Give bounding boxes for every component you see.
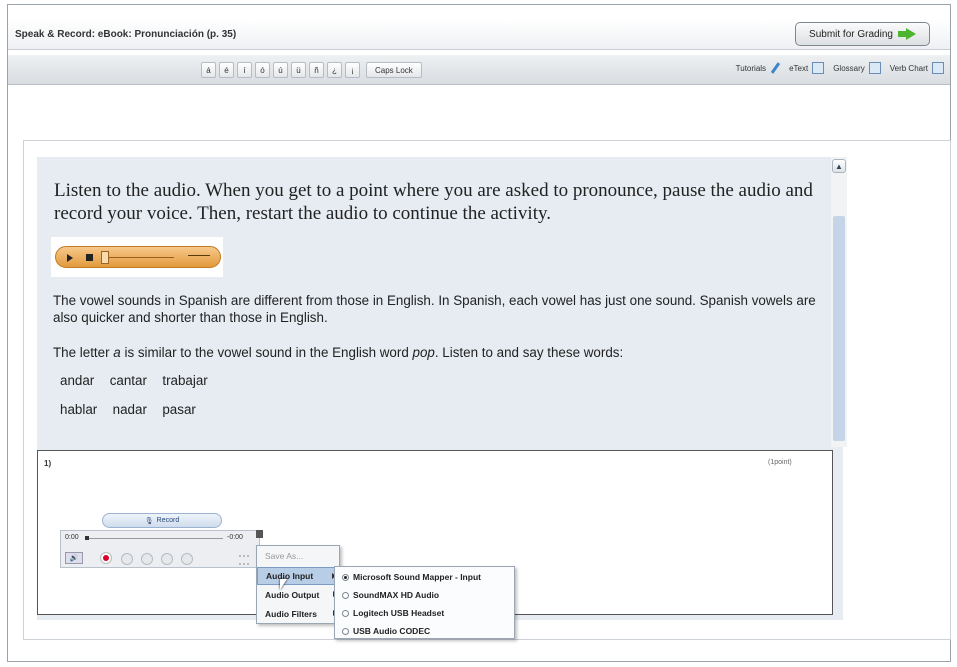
audio-input-option[interactable]: Microsoft Sound Mapper - Input [335, 568, 516, 586]
audio-player-bar [55, 246, 221, 268]
instructions: Listen to the audio. When you get to a p… [54, 180, 813, 224]
play-control[interactable] [141, 553, 153, 565]
progress-track [109, 257, 174, 258]
word-list-row-1: andar cantar trabajar [60, 373, 208, 388]
radio-icon [342, 591, 349, 599]
save-as-label: Save As... [265, 551, 304, 561]
record-button[interactable]: 🎙 Record [102, 513, 222, 528]
explanation-paragraph: The vowel sounds in Spanish are differen… [53, 293, 816, 325]
progress-handle[interactable] [101, 251, 109, 264]
glossary-link[interactable]: Glossary [833, 62, 881, 74]
recorder-controls: 0:00 -0:00 🔊 [60, 530, 260, 568]
menu-item-save-as[interactable]: Save As... [257, 547, 341, 565]
menu-item-audio-filters[interactable]: Audio Filters [257, 605, 341, 623]
stop-icon[interactable] [86, 254, 93, 261]
voice-recorder: 🎙 Record 0:00 -0:00 🔊 [60, 513, 265, 573]
char-button-i-acute[interactable]: í [237, 62, 252, 78]
letter-a-paragraph: The letter a is similar to the vowel sou… [53, 345, 823, 360]
radio-selected-icon [342, 573, 349, 581]
menu-item-audio-input[interactable]: Audio Input [257, 567, 341, 585]
para2-word: pop [412, 345, 435, 360]
toolbar: á é í ó ú ü ñ ¿ ¡ Caps Lock Tutorials eT… [8, 55, 950, 85]
book-icon [812, 62, 825, 74]
menu-item-audio-output[interactable]: Audio Output [257, 586, 341, 604]
etext-link[interactable]: eText [789, 62, 825, 74]
option-label: Logitech USB Headset [353, 608, 445, 618]
accent-char-buttons: á é í ó ú ü ñ ¿ ¡ Caps Lock [201, 62, 422, 78]
title-bar: Speak & Record: eBook: Pronunciación (p.… [8, 20, 950, 50]
time-remaining: -0:00 [227, 534, 243, 541]
pencil-icon [770, 62, 780, 74]
option-label: SoundMAX HD Audio [353, 590, 440, 600]
para2-text-c: . Listen to and say these words: [434, 345, 624, 360]
tutorials-link[interactable]: Tutorials [736, 62, 780, 74]
volume-icon[interactable] [188, 255, 210, 260]
char-button-inverted-exclamation[interactable]: ¡ [345, 62, 360, 78]
option-label: Microsoft Sound Mapper - Input [353, 572, 481, 582]
recording-position[interactable] [85, 536, 89, 540]
verb-chart-label: Verb Chart [889, 63, 928, 73]
para2-letter: a [113, 345, 121, 360]
tutorials-label: Tutorials [735, 63, 767, 73]
audio-output-label: Audio Output [265, 590, 320, 600]
verb-chart-link[interactable]: Verb Chart [890, 62, 944, 74]
radio-icon [342, 609, 349, 617]
para2-text-b: is similar to the vowel sound in the Eng… [120, 345, 413, 360]
record-label: Record [156, 517, 180, 524]
audio-input-option[interactable]: Logitech USB Headset [335, 604, 516, 622]
etext-label: eText [789, 63, 809, 73]
audio-input-option[interactable]: SoundMAX HD Audio [335, 586, 516, 604]
para2-text-a: The letter [53, 345, 114, 360]
microphone-icon: 🎙 [144, 517, 154, 525]
page-title: Speak & Record: eBook: Pronunciación (p.… [15, 29, 237, 40]
speaker-icon[interactable]: 🔊 [65, 552, 83, 564]
submit-for-grading-button[interactable]: Submit for Grading [795, 22, 930, 46]
submit-label: Submit for Grading [809, 28, 893, 40]
audio-input-label: Audio Input [266, 571, 314, 581]
word-list-row-2: hablar nadar pasar [60, 402, 196, 417]
time-elapsed: 0:00 [65, 534, 79, 541]
audio-input-submenu: Microsoft Sound Mapper - Input SoundMAX … [334, 566, 515, 639]
document-icon [868, 62, 881, 74]
audio-player [51, 237, 223, 277]
scroll-up-button[interactable]: ▲ [832, 159, 846, 173]
char-button-a-acute[interactable]: á [201, 62, 216, 78]
caps-lock-button[interactable]: Caps Lock [366, 62, 422, 78]
char-button-o-acute[interactable]: ó [255, 62, 270, 78]
question-points: (1point) [768, 459, 792, 466]
loop-control[interactable] [181, 553, 193, 565]
radio-icon [342, 627, 349, 635]
char-button-u-umlaut[interactable]: ü [291, 62, 306, 78]
audio-input-option[interactable]: USB Audio CODEC [335, 622, 516, 640]
pause-control[interactable] [161, 553, 173, 565]
char-button-u-acute[interactable]: ú [273, 62, 288, 78]
arrow-right-icon [897, 28, 916, 40]
audio-filters-label: Audio Filters [265, 609, 317, 619]
tool-links: Tutorials eText Glossary Verb Chart [736, 62, 944, 74]
scroll-thumb[interactable] [833, 216, 845, 441]
recorder-context-menu: Save As... Audio Input Audio Output Audi… [256, 545, 341, 624]
record-dot-icon[interactable] [101, 553, 111, 563]
table-icon [932, 62, 944, 74]
option-label: USB Audio CODEC [353, 626, 431, 636]
mouse-cursor-icon [280, 579, 287, 590]
menu-icon[interactable] [256, 530, 263, 538]
char-button-inverted-question[interactable]: ¿ [327, 62, 342, 78]
play-icon[interactable] [67, 254, 73, 262]
glossary-label: Glossary [833, 63, 865, 73]
question-number: 1) [44, 459, 52, 468]
stop-control[interactable] [121, 553, 133, 565]
recording-track [85, 538, 223, 539]
grip-icon [239, 555, 249, 565]
char-button-e-acute[interactable]: é [219, 62, 234, 78]
char-button-n-tilde[interactable]: ñ [309, 62, 324, 78]
